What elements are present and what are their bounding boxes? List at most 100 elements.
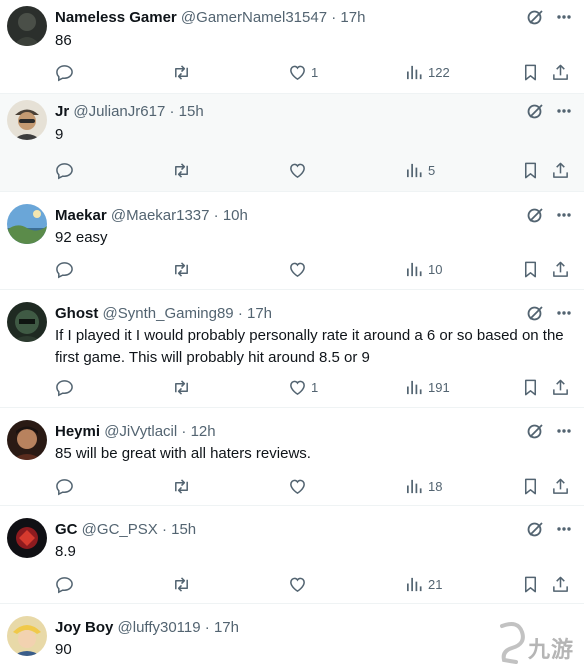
reply-button[interactable]	[55, 476, 78, 496]
avatar[interactable]	[7, 518, 47, 558]
tweet-text: 90	[55, 641, 72, 658]
views-button[interactable]: 122	[405, 62, 450, 82]
avatar[interactable]	[7, 100, 47, 140]
reply-button[interactable]	[55, 377, 78, 397]
retweet-button[interactable]	[172, 62, 195, 82]
more-icon[interactable]	[554, 102, 574, 120]
views-button[interactable]: 21	[405, 574, 442, 594]
user-handle[interactable]: @Maekar1337	[111, 207, 210, 224]
grok-icon[interactable]	[526, 422, 544, 440]
more-icon[interactable]	[554, 520, 574, 538]
user-handle[interactable]: @GamerNamel31547	[181, 9, 327, 26]
user-handle[interactable]: @luffy30119	[118, 619, 201, 636]
more-icon[interactable]	[554, 8, 574, 26]
separator-dot: ·	[181, 423, 187, 440]
avatar[interactable]	[7, 420, 47, 460]
timestamp[interactable]: 17h	[214, 619, 239, 636]
bookmark-button[interactable]	[521, 62, 540, 82]
like-count: 1	[311, 379, 319, 395]
bookmark-button[interactable]	[521, 574, 540, 594]
tweet[interactable]: Jr @JulianJr617 · 15h 9 5	[0, 94, 584, 192]
share-button[interactable]	[551, 259, 570, 279]
reply-button[interactable]	[55, 259, 78, 279]
action-bar: 21	[0, 574, 584, 594]
views-icon	[406, 262, 422, 276]
share-icon	[553, 478, 568, 494]
like-button[interactable]	[288, 476, 311, 496]
more-icon[interactable]	[554, 206, 574, 224]
bookmark-button[interactable]	[521, 160, 540, 180]
bookmark-button[interactable]	[521, 377, 540, 397]
reply-button[interactable]	[55, 574, 78, 594]
view-count: 191	[428, 379, 450, 395]
like-button[interactable]: 1	[288, 377, 318, 397]
reply-button[interactable]	[55, 62, 78, 82]
display-name[interactable]: Heymi	[55, 423, 100, 440]
action-bar: 1 122	[0, 62, 584, 82]
views-button[interactable]: 5	[405, 160, 435, 180]
views-button[interactable]: 191	[405, 377, 450, 397]
timestamp[interactable]: 12h	[191, 423, 216, 440]
tweet[interactable]: Nameless Gamer @GamerNamel31547 · 17h 86…	[0, 0, 584, 94]
like-button[interactable]	[288, 160, 311, 180]
share-button[interactable]	[551, 476, 570, 496]
timestamp[interactable]: 17h	[340, 9, 365, 26]
avatar[interactable]	[7, 204, 47, 244]
retweet-button[interactable]	[172, 377, 195, 397]
tweet-text: 9	[55, 126, 64, 143]
tweet[interactable]: Maekar @Maekar1337 · 10h 92 easy 10	[0, 192, 584, 290]
grok-icon[interactable]	[526, 206, 544, 224]
grok-icon[interactable]	[526, 102, 544, 120]
display-name[interactable]: Nameless Gamer	[55, 9, 177, 26]
avatar[interactable]	[7, 616, 47, 656]
display-name[interactable]: Ghost	[55, 305, 98, 322]
retweet-button[interactable]	[172, 476, 195, 496]
more-icon[interactable]	[554, 304, 574, 322]
timestamp[interactable]: 15h	[171, 521, 196, 538]
tweet[interactable]: GC @GC_PSX · 15h 8.9 21	[0, 506, 584, 604]
retweet-button[interactable]	[172, 160, 195, 180]
separator-dot: ·	[161, 521, 167, 538]
display-name[interactable]: GC	[55, 521, 78, 538]
tweet-text: 86	[55, 32, 72, 49]
avatar[interactable]	[7, 302, 47, 342]
bookmark-icon	[524, 261, 537, 277]
bookmark-icon	[524, 478, 537, 494]
reply-icon	[56, 576, 73, 593]
reply-icon	[56, 162, 73, 179]
bookmark-button[interactable]	[521, 259, 540, 279]
heart-icon	[290, 65, 305, 80]
timestamp[interactable]: 17h	[247, 305, 272, 322]
tweet[interactable]: Heymi @JiVytlacil · 12h 85 will be great…	[0, 408, 584, 506]
views-button[interactable]: 10	[405, 259, 442, 279]
retweet-button[interactable]	[172, 574, 195, 594]
share-button[interactable]	[551, 574, 570, 594]
more-icon[interactable]	[554, 422, 574, 440]
avatar[interactable]	[7, 6, 47, 46]
share-button[interactable]	[551, 377, 570, 397]
display-name[interactable]: Joy Boy	[55, 619, 113, 636]
user-handle[interactable]: @Synth_Gaming89	[103, 305, 234, 322]
user-handle[interactable]: @JiVytlacil	[104, 423, 177, 440]
user-handle[interactable]: @JulianJr617	[73, 103, 165, 120]
like-button[interactable]	[288, 259, 311, 279]
display-name[interactable]: Maekar	[55, 207, 107, 224]
grok-icon[interactable]	[526, 520, 544, 538]
views-button[interactable]: 18	[405, 476, 442, 496]
like-button[interactable]: 1	[288, 62, 318, 82]
grok-icon[interactable]	[526, 8, 544, 26]
share-button[interactable]	[551, 160, 570, 180]
timestamp[interactable]: 15h	[179, 103, 204, 120]
grok-icon[interactable]	[526, 304, 544, 322]
views-icon	[406, 479, 422, 493]
user-handle[interactable]: @GC_PSX	[82, 521, 158, 538]
share-button[interactable]	[551, 62, 570, 82]
like-button[interactable]	[288, 574, 311, 594]
tweet[interactable]: Ghost @Synth_Gaming89 · 17h If I played …	[0, 290, 584, 408]
bookmark-button[interactable]	[521, 476, 540, 496]
display-name[interactable]: Jr	[55, 103, 69, 120]
reply-button[interactable]	[55, 160, 78, 180]
reply-icon	[56, 261, 73, 278]
retweet-button[interactable]	[172, 259, 195, 279]
timestamp[interactable]: 10h	[223, 207, 248, 224]
